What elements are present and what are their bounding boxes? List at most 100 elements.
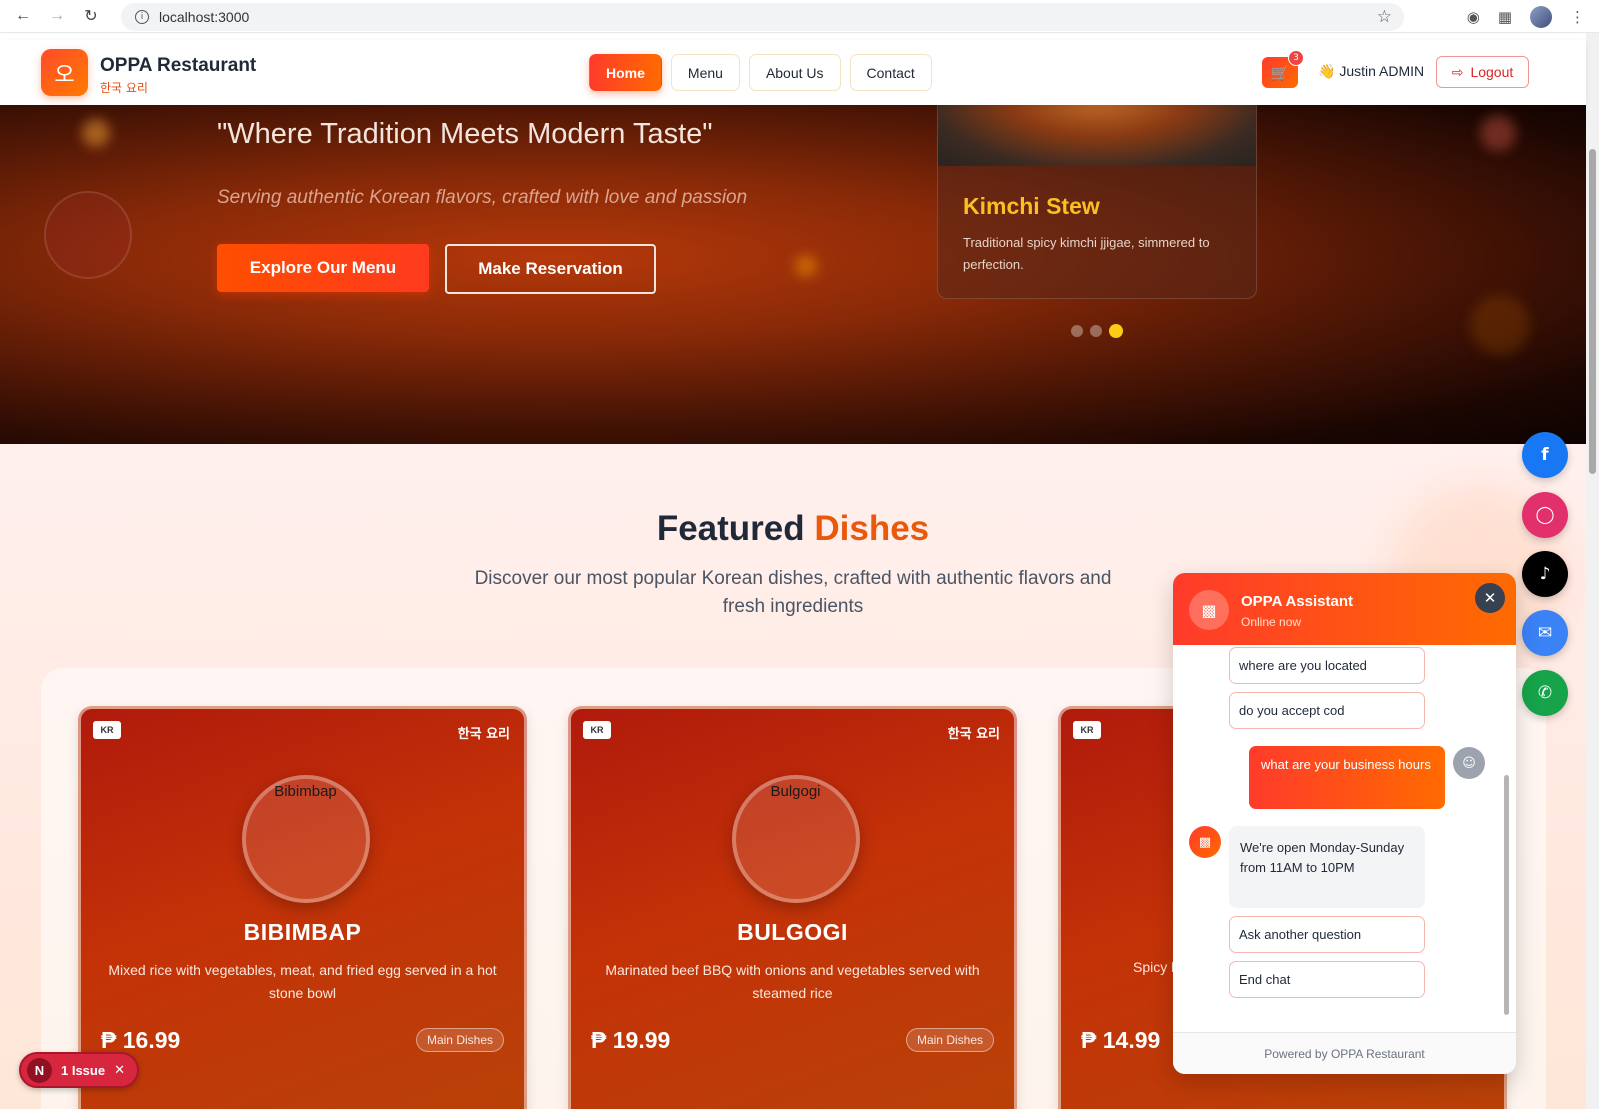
hero-slide-card[interactable]: Kimchi Stew Traditional spicy kimchi jji… (937, 105, 1257, 299)
extensions-icon[interactable]: ▦ (1498, 8, 1512, 26)
chat-quick-reply[interactable]: where are you located (1229, 647, 1425, 684)
nav-about-us[interactable]: About Us (748, 54, 841, 91)
close-icon[interactable]: ✕ (1475, 583, 1505, 613)
screenshot-icon[interactable]: ◉ (1467, 8, 1480, 26)
dish-card-bibimbap[interactable]: KR 한국 요리 Bibimbap BIBIMBAP Mixed rice wi… (78, 706, 527, 1109)
dish-name: BULGOGI (737, 919, 848, 945)
tiktok-button[interactable]: ♪ (1522, 551, 1568, 597)
decor-bokeh (795, 255, 817, 277)
brand-title[interactable]: OPPA Restaurant (100, 55, 256, 77)
carousel-dot[interactable] (1071, 325, 1083, 337)
end-chat-button[interactable]: End chat (1229, 961, 1425, 998)
bot-icon: ▩ (1189, 826, 1221, 858)
kr-flag-tag: KR (93, 721, 121, 739)
explore-menu-button[interactable]: Explore Our Menu (217, 244, 429, 292)
decor-bokeh (82, 119, 110, 147)
kimchi-stew-image (938, 105, 1256, 166)
profile-avatar[interactable] (1530, 5, 1552, 28)
logo[interactable]: 오 (41, 49, 88, 96)
page-scroll-thumb[interactable] (1589, 149, 1596, 474)
phone-button[interactable]: ✆ (1522, 670, 1568, 716)
section-title: Featured Dishes (0, 509, 1586, 549)
chat-quick-reply[interactable]: do you accept cod (1229, 692, 1425, 729)
nav-menu[interactable]: Menu (670, 54, 740, 91)
ask-another-question-button[interactable]: Ask another question (1229, 916, 1425, 953)
slide-description: Traditional spicy kimchi jjigae, simmere… (963, 235, 1210, 272)
dish-name: BIBIMBAP (243, 919, 362, 945)
facebook-button[interactable]: f (1522, 432, 1568, 478)
dish-description: Marinated beef BBQ with onions and veget… (605, 962, 980, 1001)
chat-status: Online now (1241, 615, 1302, 629)
chat-scrollbar[interactable] (1503, 655, 1510, 1025)
carousel-dot[interactable] (1109, 324, 1123, 338)
instagram-icon: ◯ (1535, 505, 1555, 525)
email-button[interactable]: ✉ (1522, 610, 1568, 656)
taegeuk-decoration (44, 191, 132, 279)
slide-title: Kimchi Stew (963, 193, 1100, 219)
tiktok-icon: ♪ (1539, 564, 1551, 584)
chat-scroll-thumb[interactable] (1504, 775, 1509, 1015)
decor-bokeh (1480, 115, 1516, 151)
chat-title: OPPA Assistant (1241, 593, 1353, 610)
cart-icon: 🛒 (1270, 63, 1290, 82)
url-text: localhost:3000 (159, 9, 250, 25)
chat-footer: Powered by OPPA Restaurant (1173, 1032, 1516, 1074)
logout-label: Logout (1470, 64, 1514, 80)
close-icon[interactable]: ✕ (114, 1063, 125, 1078)
kr-flag-tag: KR (583, 721, 611, 739)
reload-icon[interactable]: ↻ (74, 0, 108, 33)
dish-description: Mixed rice with vegetables, meat, and fr… (108, 962, 497, 1001)
bookmark-star-icon[interactable]: ☆ (1377, 7, 1392, 27)
decor-bokeh (1470, 295, 1530, 355)
user-greeting: 👋 Justin ADMIN (1318, 63, 1425, 79)
address-bar[interactable]: i localhost:3000 ☆ (121, 3, 1404, 31)
dish-description: Spicy k (1133, 959, 1179, 975)
hero-quote: "Where Tradition Meets Modern Taste" (217, 118, 713, 150)
section-title-accent: Dishes (814, 509, 930, 548)
back-icon[interactable]: ← (6, 0, 40, 33)
carousel-dot[interactable] (1090, 325, 1102, 337)
site-header: 오 OPPA Restaurant 한국 요리 Home Menu About … (0, 40, 1586, 105)
logout-icon: ⇨ (1451, 63, 1464, 80)
hangul-label: 한국 요리 (947, 727, 1000, 742)
browser-toolbar: ← → ↻ i localhost:3000 ☆ ◉ ▦ ⋮ (0, 0, 1599, 33)
brand-subtitle: 한국 요리 (100, 81, 148, 95)
nav-home[interactable]: Home (589, 54, 662, 91)
page-scrollbar[interactable] (1586, 33, 1599, 1109)
dish-category-badge: Main Dishes (415, 1028, 504, 1052)
dish-image-alt: Bibimbap (274, 783, 337, 800)
dish-card-bulgogi[interactable]: KR 한국 요리 Bulgogi BULGOGI Marinated beef … (568, 706, 1017, 1109)
cart-button[interactable]: 🛒 3 (1262, 50, 1304, 88)
dish-price: ₱ 14.99 (1081, 1027, 1161, 1053)
dish-price: ₱ 19.99 (591, 1027, 671, 1053)
main-nav: Home Menu About Us Contact (589, 54, 932, 91)
instagram-button[interactable]: ◯ (1522, 492, 1568, 538)
carousel-dots (1071, 324, 1123, 338)
chat-user-message: what are your business hours (1249, 746, 1445, 809)
section-description: Discover our most popular Korean dishes,… (474, 568, 1112, 617)
user-avatar-icon: ☺ (1453, 747, 1485, 779)
hangul-label: 한국 요리 (457, 727, 510, 742)
issues-label: 1 Issue (61, 1062, 106, 1078)
site-info-icon[interactable]: i (135, 10, 149, 24)
mail-icon: ✉ (1537, 623, 1553, 643)
dev-issues-badge[interactable]: N 1 Issue ✕ (19, 1052, 139, 1088)
next-logo-icon: N (27, 1057, 52, 1083)
browser-menu-icon[interactable]: ⋮ (1570, 8, 1585, 26)
kr-flag-tag: KR (1073, 721, 1101, 739)
logout-button[interactable]: ⇨ Logout (1436, 56, 1529, 88)
chat-widget: ▩ OPPA Assistant Online now ✕ where are … (1173, 573, 1516, 1074)
phone-icon: ✆ (1537, 683, 1553, 703)
hero-banner: "Where Tradition Meets Modern Taste" Ser… (0, 105, 1586, 444)
dish-category-badge: Main Dishes (905, 1028, 994, 1052)
cart-count-badge: 3 (1288, 50, 1304, 66)
chat-header: ▩ OPPA Assistant Online now ✕ (1173, 573, 1516, 645)
section-title-main: Featured (656, 509, 805, 548)
bot-icon: ▩ (1189, 590, 1229, 630)
nav-contact[interactable]: Contact (849, 54, 932, 91)
dish-price: ₱ 16.99 (101, 1027, 181, 1053)
dish-image-alt: Bulgogi (770, 783, 821, 800)
hero-subtitle: Serving authentic Korean flavors, crafte… (217, 187, 748, 208)
forward-icon[interactable]: → (40, 0, 74, 33)
make-reservation-button[interactable]: Make Reservation (445, 244, 656, 294)
